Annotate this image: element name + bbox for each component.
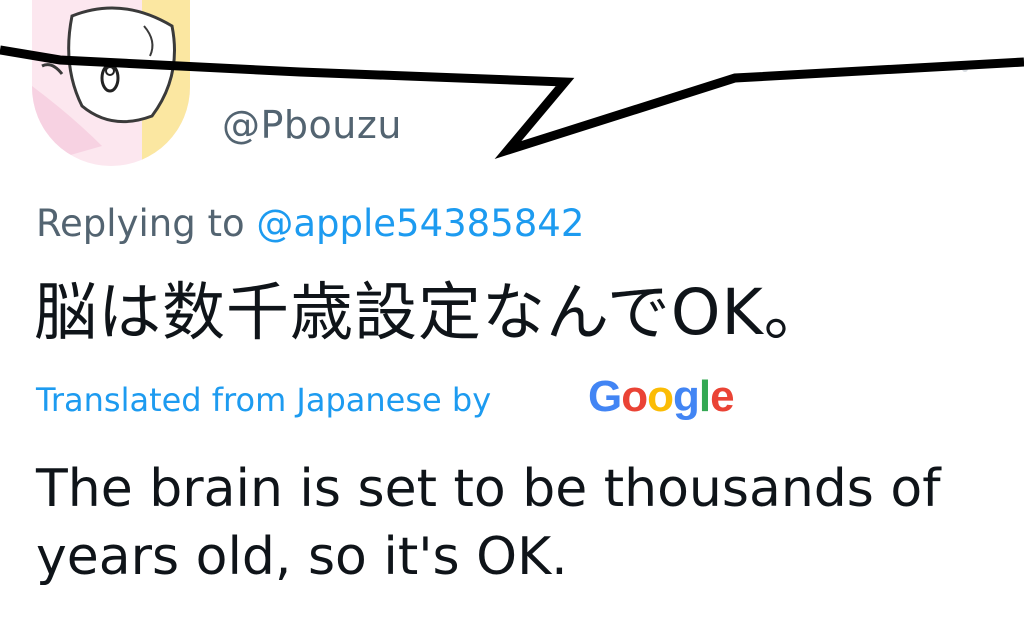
google-logo-letter: o [621, 372, 648, 421]
speech-bubble-outline [0, 45, 1024, 159]
replying-to-line: Replying to @apple54385842 [36, 202, 584, 245]
google-logo-letter: G [588, 372, 622, 421]
google-logo-letter: o [647, 372, 674, 421]
replying-prefix: Replying to [36, 202, 257, 245]
google-logo-letter: l [698, 372, 711, 421]
google-logo-letter: g [673, 372, 700, 421]
reply-mention-link[interactable]: @apple54385842 [256, 202, 584, 245]
tweet-translation-text: The brain is set to be thousands of year… [36, 459, 941, 587]
tweet-screenshot: @Pbouzu Replying to @apple54385842 脳は数千歳… [0, 0, 1024, 628]
google-logo: Google [588, 372, 735, 422]
translated-from-label[interactable]: Translated from Japanese by [36, 381, 491, 419]
google-logo-letter: e [710, 372, 735, 421]
tweet-original-text: 脳は数千歳設定なんでOK。 [34, 276, 828, 349]
